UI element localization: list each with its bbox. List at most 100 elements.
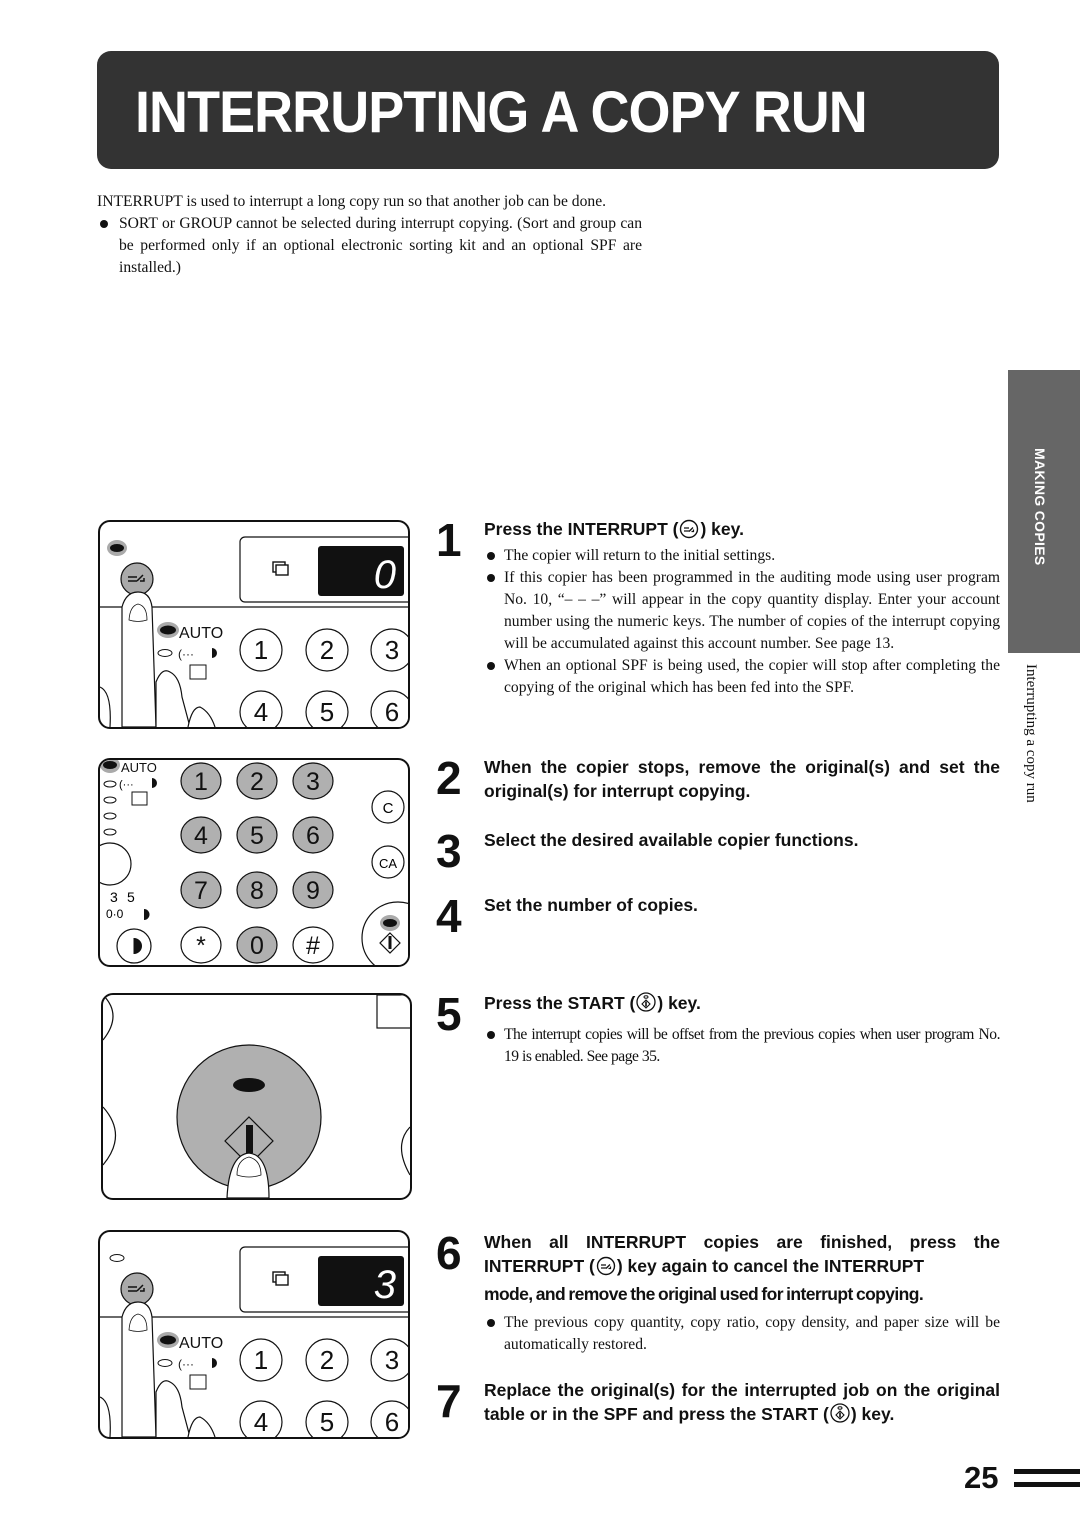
keypad-key-8: 8 <box>236 871 278 909</box>
step-number: 7 <box>436 1375 462 1427</box>
svg-text:3: 3 <box>110 889 118 905</box>
numeric-key-2: 2 <box>305 1338 349 1382</box>
heading-text: ) key. <box>700 519 744 539</box>
keypad-key-6: 6 <box>292 816 334 854</box>
svg-text:1: 1 <box>254 635 268 665</box>
interrupt-key <box>120 1272 154 1306</box>
svg-text:(···: (··· <box>178 1357 194 1371</box>
illustration-start-press <box>101 993 412 1200</box>
svg-text:5: 5 <box>320 697 334 727</box>
step-7: 7 Replace the original(s) for the interr… <box>436 1378 1000 1430</box>
display-digit: 0 <box>374 553 396 597</box>
heading-text: ) key. <box>850 1404 895 1424</box>
step-6: 6 When all INTERRUPT copies are finished… <box>436 1230 1000 1356</box>
svg-text:8: 8 <box>250 877 264 905</box>
svg-text:3: 3 <box>385 635 399 665</box>
numeric-key-1: 1 <box>239 1338 283 1382</box>
step-3: 3 Select the desired available copier fu… <box>436 828 1000 874</box>
step-heading: Replace the original(s) for the interrup… <box>484 1378 1000 1430</box>
heading-text: Press the INTERRUPT ( <box>484 519 679 539</box>
svg-text:#: # <box>306 932 320 960</box>
heading-text: Press the START ( <box>484 993 636 1013</box>
svg-text:4: 4 <box>254 697 268 727</box>
heading-text: ) key. <box>657 993 701 1013</box>
numeric-key-2: 2 <box>305 628 349 672</box>
step-number: 5 <box>436 988 462 1040</box>
section-tab-label: MAKING COPIES <box>1032 448 1048 566</box>
svg-text:5: 5 <box>320 1407 334 1437</box>
numeric-key-6: 6 <box>370 1400 408 1437</box>
svg-text:3: 3 <box>374 1263 396 1307</box>
svg-text:7: 7 <box>194 877 208 905</box>
svg-text:(···: (··· <box>178 647 194 661</box>
heading-text: Replace the original(s) for the interrup… <box>484 1380 1000 1424</box>
step-number: 3 <box>436 825 462 877</box>
step-number: 2 <box>436 752 462 804</box>
step-note: If this copier has been programmed in th… <box>484 567 1000 655</box>
interrupt-key <box>120 562 154 596</box>
step-note: The copier will return to the initial se… <box>484 545 1000 567</box>
copies-icon <box>272 1271 289 1286</box>
keypad-key-0: 0 <box>236 926 278 964</box>
page-title: INTERRUPTING A COPY RUN <box>135 80 868 145</box>
start-key-icon <box>830 1402 850 1430</box>
svg-text:5: 5 <box>127 889 135 905</box>
svg-text:4: 4 <box>194 822 208 850</box>
interrupt-key-icon <box>679 519 699 545</box>
keypad-key-3: 3 <box>292 762 334 800</box>
numeric-key-5: 5 <box>305 1400 349 1437</box>
keypad-key-5: 5 <box>236 816 278 854</box>
intro-section: INTERRUPT is used to interrupt a long co… <box>97 191 642 279</box>
numeric-key-4: 4 <box>239 1400 283 1437</box>
step-heading-line: When all INTERRUPT copies are finished, … <box>484 1232 1000 1252</box>
heading-text: INTERRUPT ( <box>484 1256 595 1276</box>
svg-text:9: 9 <box>306 877 320 905</box>
step-2: 2 When the copier stops, remove the orig… <box>436 755 1000 803</box>
step-heading: When the copier stops, remove the origin… <box>484 757 1000 801</box>
svg-text:2: 2 <box>250 768 264 796</box>
step-1: 1 Press the INTERRUPT ( ) key. The copier… <box>436 517 1000 699</box>
auto-label: AUTO <box>179 625 223 642</box>
illustration-interrupt-press: 0 AUTO (··· 1 2 3 4 5 6 <box>98 520 410 729</box>
numeric-key-3: 3 <box>370 1338 408 1382</box>
step-heading: Press the START ( ) key. <box>484 991 1000 1019</box>
numeric-key-6: 6 <box>370 690 408 727</box>
keypad-key-1: 1 <box>180 762 222 800</box>
keypad-key-hash: # <box>292 926 334 964</box>
svg-text:1: 1 <box>194 768 208 796</box>
svg-text:(···: (··· <box>119 779 134 791</box>
illustration-interrupt-cancel: 3 AUTO (··· 1 2 3 4 5 6 <box>98 1230 410 1439</box>
heading-text: ) key again to cancel the INTERRUPT <box>616 1256 925 1276</box>
keypad-key-4: 4 <box>180 816 222 854</box>
interrupt-key-icon <box>596 1256 616 1282</box>
keypad-key-9: 9 <box>292 871 334 909</box>
step-number: 6 <box>436 1227 462 1279</box>
step-4: 4 Set the number of copies. <box>436 893 1000 939</box>
step-heading: Press the INTERRUPT ( ) key. <box>484 517 1000 545</box>
svg-text:3: 3 <box>385 1345 399 1375</box>
keypad-key-star: * <box>180 926 222 964</box>
title-banner: INTERRUPTING A COPY RUN <box>97 51 999 169</box>
svg-text:1: 1 <box>254 1345 268 1375</box>
step-number: 1 <box>436 514 462 566</box>
start-key-icon <box>636 991 657 1019</box>
copies-icon <box>272 561 289 576</box>
svg-text:2: 2 <box>320 635 334 665</box>
step-5: 5 Press the START ( ) key. The interrupt … <box>436 988 1001 1068</box>
auto-label: AUTO <box>121 760 157 775</box>
keypad-key-2: 2 <box>236 762 278 800</box>
svg-text:AUTO: AUTO <box>179 1335 223 1352</box>
step-note: The interrupt copies will be offset from… <box>484 1024 1001 1068</box>
step-note: When an optional SPF is being used, the … <box>484 655 1000 699</box>
svg-text:4: 4 <box>254 1407 268 1437</box>
step-heading: Set the number of copies. <box>484 895 698 915</box>
numeric-key-4: 4 <box>239 690 283 727</box>
svg-text:2: 2 <box>320 1345 334 1375</box>
page-rule <box>1014 1469 1080 1474</box>
svg-text:6: 6 <box>385 697 399 727</box>
keypad-key-7: 7 <box>180 871 222 909</box>
numeric-key-3: 3 <box>370 628 408 672</box>
svg-text:6: 6 <box>385 1407 399 1437</box>
svg-text:5: 5 <box>250 822 264 850</box>
numeric-key-5: 5 <box>305 690 349 727</box>
